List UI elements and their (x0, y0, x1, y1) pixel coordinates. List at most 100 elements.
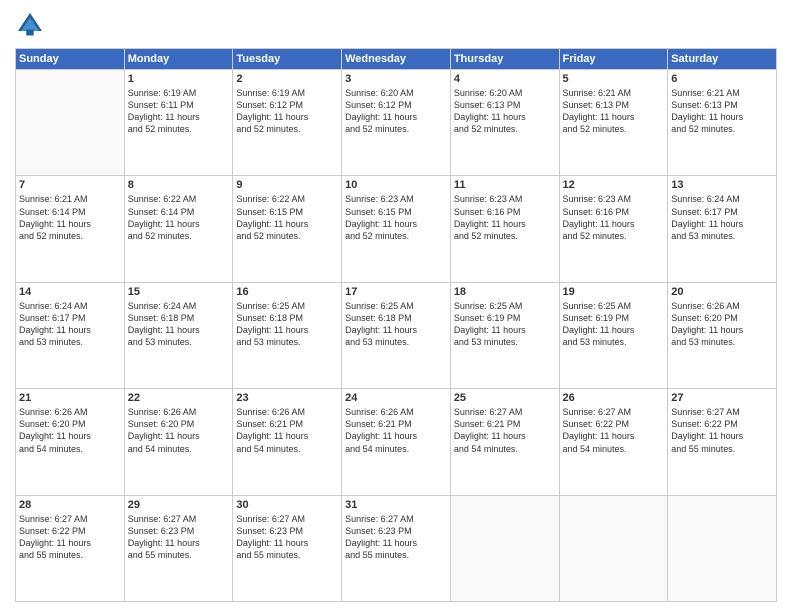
header (15, 10, 777, 40)
day-info: Sunrise: 6:19 AM Sunset: 6:11 PM Dayligh… (128, 87, 230, 136)
day-number: 6 (671, 73, 773, 85)
weekday-header-row: SundayMondayTuesdayWednesdayThursdayFrid… (16, 49, 777, 70)
calendar-cell: 19Sunrise: 6:25 AM Sunset: 6:19 PM Dayli… (559, 282, 668, 388)
day-info: Sunrise: 6:24 AM Sunset: 6:18 PM Dayligh… (128, 300, 230, 349)
weekday-header-friday: Friday (559, 49, 668, 70)
calendar-cell: 18 Sunrise: 6:25 AM Sunset: 6:19 PM Dayli… (450, 282, 559, 388)
day-number: 25 (454, 392, 556, 404)
calendar-cell: 23 Sunrise: 6:26 AM Sunset: 6:21 PM Dayli… (233, 389, 342, 495)
day-number: 18 (454, 286, 556, 298)
day-info: Sunrise: 6:26 AM Sunset: 6:20 PM Dayligh… (671, 300, 773, 349)
logo-icon (15, 10, 45, 40)
day-info: Sunrise: 6:27 AM Sunset: 6:23 PM Dayligh… (236, 513, 338, 562)
calendar-cell: 24Sunrise: 6:26 AM Sunset: 6:21 PM Dayli… (342, 389, 451, 495)
day-number: 9 (236, 179, 338, 191)
calendar-cell: 10 Sunrise: 6:23 AM Sunset: 6:15 PM Dayli… (342, 176, 451, 282)
week-row-3: 21 Sunrise: 6:26 AM Sunset: 6:20 PM Dayli… (16, 389, 777, 495)
calendar-cell: 14 Sunrise: 6:24 AM Sunset: 6:17 PM Dayli… (16, 282, 125, 388)
day-number: 8 (128, 179, 230, 191)
calendar-cell: 1 Sunrise: 6:19 AM Sunset: 6:11 PM Daylig… (124, 70, 233, 176)
calendar-cell: 20 Sunrise: 6:26 AM Sunset: 6:20 PM Dayli… (668, 282, 777, 388)
week-row-4: 28Sunrise: 6:27 AM Sunset: 6:22 PM Dayli… (16, 495, 777, 601)
day-number: 27 (671, 392, 773, 404)
calendar-cell: 21 Sunrise: 6:26 AM Sunset: 6:20 PM Dayli… (16, 389, 125, 495)
day-number: 13 (671, 179, 773, 191)
day-number: 12 (563, 179, 665, 191)
day-info: Sunrise: 6:26 AM Sunset: 6:21 PM Dayligh… (236, 406, 338, 455)
day-info: Sunrise: 6:21 AM Sunset: 6:14 PM Dayligh… (19, 193, 121, 242)
day-number: 22 (128, 392, 230, 404)
day-info: Sunrise: 6:27 AM Sunset: 6:23 PM Dayligh… (128, 513, 230, 562)
calendar-cell (559, 495, 668, 601)
calendar-cell (668, 495, 777, 601)
day-info: Sunrise: 6:21 AM Sunset: 6:13 PM Dayligh… (563, 87, 665, 136)
weekday-header-thursday: Thursday (450, 49, 559, 70)
day-info: Sunrise: 6:27 AM Sunset: 6:22 PM Dayligh… (671, 406, 773, 455)
calendar-cell: 17 Sunrise: 6:25 AM Sunset: 6:18 PM Dayli… (342, 282, 451, 388)
day-number: 7 (19, 179, 121, 191)
calendar-table: SundayMondayTuesdayWednesdayThursdayFrid… (15, 48, 777, 602)
day-info: Sunrise: 6:27 AM Sunset: 6:21 PM Dayligh… (454, 406, 556, 455)
day-info: Sunrise: 6:21 AM Sunset: 6:13 PM Dayligh… (671, 87, 773, 136)
calendar-cell: 2 Sunrise: 6:19 AM Sunset: 6:12 PM Daylig… (233, 70, 342, 176)
calendar-cell: 30Sunrise: 6:27 AM Sunset: 6:23 PM Dayli… (233, 495, 342, 601)
day-info: Sunrise: 6:23 AM Sunset: 6:15 PM Dayligh… (345, 193, 447, 242)
day-number: 21 (19, 392, 121, 404)
day-number: 31 (345, 499, 447, 511)
day-number: 20 (671, 286, 773, 298)
day-info: Sunrise: 6:25 AM Sunset: 6:19 PM Dayligh… (563, 300, 665, 349)
calendar-cell: 11Sunrise: 6:23 AM Sunset: 6:16 PM Dayli… (450, 176, 559, 282)
week-row-2: 14 Sunrise: 6:24 AM Sunset: 6:17 PM Dayli… (16, 282, 777, 388)
calendar-cell: 31Sunrise: 6:27 AM Sunset: 6:23 PM Dayli… (342, 495, 451, 601)
day-number: 4 (454, 73, 556, 85)
day-info: Sunrise: 6:27 AM Sunset: 6:22 PM Dayligh… (563, 406, 665, 455)
day-number: 17 (345, 286, 447, 298)
day-info: Sunrise: 6:22 AM Sunset: 6:15 PM Dayligh… (236, 193, 338, 242)
day-number: 26 (563, 392, 665, 404)
day-number: 2 (236, 73, 338, 85)
calendar-cell: 9 Sunrise: 6:22 AM Sunset: 6:15 PM Daylig… (233, 176, 342, 282)
calendar-cell (16, 70, 125, 176)
weekday-header-wednesday: Wednesday (342, 49, 451, 70)
day-number: 3 (345, 73, 447, 85)
calendar-cell: 26 Sunrise: 6:27 AM Sunset: 6:22 PM Dayli… (559, 389, 668, 495)
weekday-header-sunday: Sunday (16, 49, 125, 70)
day-number: 1 (128, 73, 230, 85)
calendar-cell (450, 495, 559, 601)
page: SundayMondayTuesdayWednesdayThursdayFrid… (0, 0, 792, 612)
weekday-header-tuesday: Tuesday (233, 49, 342, 70)
week-row-0: 1 Sunrise: 6:19 AM Sunset: 6:11 PM Daylig… (16, 70, 777, 176)
calendar-cell: 29 Sunrise: 6:27 AM Sunset: 6:23 PM Dayli… (124, 495, 233, 601)
day-number: 23 (236, 392, 338, 404)
day-number: 14 (19, 286, 121, 298)
day-number: 29 (128, 499, 230, 511)
day-info: Sunrise: 6:20 AM Sunset: 6:12 PM Dayligh… (345, 87, 447, 136)
day-info: Sunrise: 6:24 AM Sunset: 6:17 PM Dayligh… (671, 193, 773, 242)
calendar-cell: 7 Sunrise: 6:21 AM Sunset: 6:14 PM Daylig… (16, 176, 125, 282)
calendar-cell: 12 Sunrise: 6:23 AM Sunset: 6:16 PM Dayli… (559, 176, 668, 282)
day-info: Sunrise: 6:23 AM Sunset: 6:16 PM Dayligh… (563, 193, 665, 242)
day-info: Sunrise: 6:22 AM Sunset: 6:14 PM Dayligh… (128, 193, 230, 242)
day-info: Sunrise: 6:24 AM Sunset: 6:17 PM Dayligh… (19, 300, 121, 349)
day-number: 24 (345, 392, 447, 404)
week-row-1: 7 Sunrise: 6:21 AM Sunset: 6:14 PM Daylig… (16, 176, 777, 282)
logo (15, 10, 49, 40)
day-number: 10 (345, 179, 447, 191)
weekday-header-saturday: Saturday (668, 49, 777, 70)
calendar-cell: 28Sunrise: 6:27 AM Sunset: 6:22 PM Dayli… (16, 495, 125, 601)
calendar-cell: 16Sunrise: 6:25 AM Sunset: 6:18 PM Dayli… (233, 282, 342, 388)
day-info: Sunrise: 6:25 AM Sunset: 6:18 PM Dayligh… (345, 300, 447, 349)
calendar-cell: 15 Sunrise: 6:24 AM Sunset: 6:18 PM Dayli… (124, 282, 233, 388)
day-info: Sunrise: 6:19 AM Sunset: 6:12 PM Dayligh… (236, 87, 338, 136)
calendar-cell: 8 Sunrise: 6:22 AM Sunset: 6:14 PM Daylig… (124, 176, 233, 282)
weekday-header-monday: Monday (124, 49, 233, 70)
calendar-cell: 22Sunrise: 6:26 AM Sunset: 6:20 PM Dayli… (124, 389, 233, 495)
day-number: 15 (128, 286, 230, 298)
calendar-cell: 3 Sunrise: 6:20 AM Sunset: 6:12 PM Daylig… (342, 70, 451, 176)
calendar-cell: 27 Sunrise: 6:27 AM Sunset: 6:22 PM Dayli… (668, 389, 777, 495)
day-info: Sunrise: 6:26 AM Sunset: 6:20 PM Dayligh… (19, 406, 121, 455)
day-info: Sunrise: 6:25 AM Sunset: 6:19 PM Dayligh… (454, 300, 556, 349)
calendar-cell: 13 Sunrise: 6:24 AM Sunset: 6:17 PM Dayli… (668, 176, 777, 282)
calendar-cell: 6 Sunrise: 6:21 AM Sunset: 6:13 PM Daylig… (668, 70, 777, 176)
day-number: 28 (19, 499, 121, 511)
